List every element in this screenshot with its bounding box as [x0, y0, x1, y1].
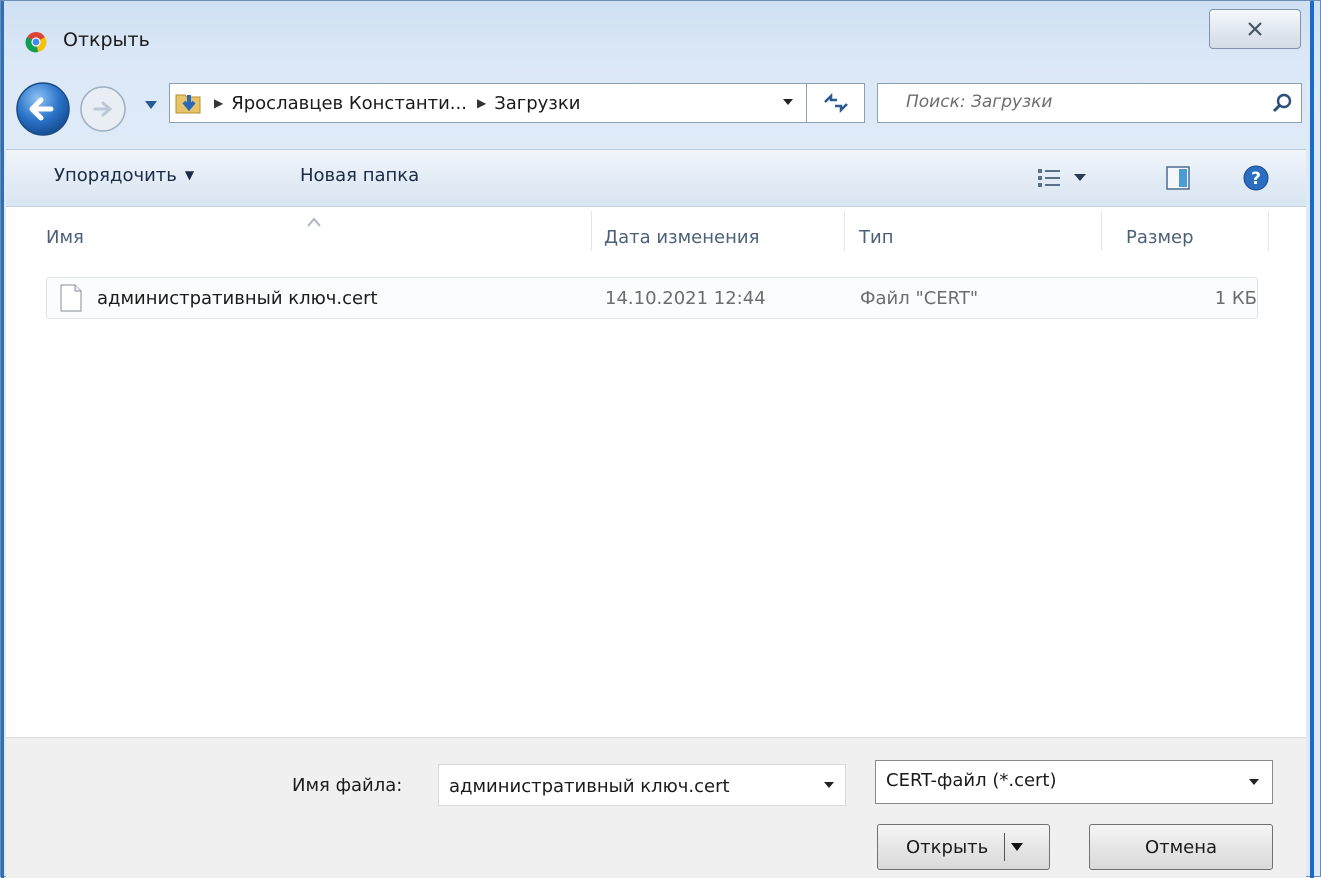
svg-text:?: ? — [1251, 169, 1261, 189]
organize-button[interactable]: Упорядочить ▼ — [54, 165, 194, 186]
toolbar: Упорядочить ▼ Новая папка ? — [6, 149, 1306, 207]
filetype-dropdown-icon[interactable] — [1248, 777, 1260, 787]
column-header-size[interactable]: Размер — [1126, 227, 1194, 248]
search-placeholder: Поиск: Загрузки — [906, 92, 1053, 112]
file-icon — [60, 284, 82, 312]
open-button-split — [1004, 833, 1005, 861]
address-dropdown-icon[interactable] — [782, 97, 794, 107]
column-divider[interactable] — [844, 211, 845, 251]
column-divider[interactable] — [1268, 211, 1269, 251]
breadcrumb-downloads[interactable]: Загрузки — [494, 93, 580, 114]
filename-dropdown-icon[interactable] — [823, 780, 835, 790]
filetype-select[interactable]: CERT-файл (*.cert) — [875, 760, 1273, 804]
filetype-value: CERT-файл (*.cert) — [886, 770, 1057, 791]
refresh-icon — [823, 92, 848, 114]
file-size: 1 КБ — [1214, 288, 1257, 309]
refresh-button[interactable] — [807, 83, 865, 123]
chrome-icon — [25, 32, 47, 53]
downloads-folder-icon — [175, 94, 201, 114]
search-icon[interactable] — [1271, 92, 1293, 114]
cancel-button[interactable]: Отмена — [1089, 824, 1273, 870]
file-row[interactable]: административный ключ.cert 14.10.2021 12… — [46, 277, 1258, 319]
window-border-right — [1310, 1, 1314, 878]
organize-caret-icon: ▼ — [184, 168, 195, 182]
column-header-type[interactable]: Тип — [859, 227, 893, 248]
open-file-dialog: Открыть ▶ Ярославцев Константи... ▶ Загр… — [0, 0, 1321, 878]
filename-label: Имя файла: — [292, 775, 403, 796]
open-dropdown-icon[interactable] — [1010, 842, 1024, 852]
filename-value: административный ключ.cert — [449, 776, 730, 797]
window-title: Открыть — [63, 29, 150, 51]
column-divider[interactable] — [591, 211, 592, 251]
search-input[interactable]: Поиск: Загрузки — [877, 83, 1302, 123]
close-icon — [1248, 22, 1262, 36]
title-bar[interactable]: Открыть — [1, 1, 1321, 73]
close-button[interactable] — [1209, 9, 1301, 49]
new-folder-button[interactable]: Новая папка — [300, 165, 419, 186]
back-button[interactable] — [13, 79, 73, 139]
preview-pane-icon[interactable] — [1164, 164, 1192, 192]
column-header-name[interactable]: Имя — [46, 227, 84, 248]
breadcrumb-user-folder[interactable]: Ярославцев Константи... — [231, 93, 467, 114]
breadcrumb-separator-icon: ▶ — [476, 96, 487, 110]
file-name: административный ключ.cert — [97, 288, 378, 309]
sort-ascending-icon — [307, 217, 321, 227]
open-button-label: Открыть — [906, 837, 989, 858]
history-dropdown-icon[interactable] — [144, 99, 158, 111]
file-type: Файл "CERT" — [860, 288, 979, 309]
forward-button[interactable] — [73, 81, 137, 137]
window-border-left — [1, 1, 4, 878]
column-header-date[interactable]: Дата изменения — [604, 227, 759, 248]
bottom-panel: Имя файла: административный ключ.cert CE… — [6, 737, 1306, 878]
file-date: 14.10.2021 12:44 — [605, 288, 766, 309]
views-icon[interactable] — [1036, 166, 1096, 190]
address-bar[interactable]: ▶ Ярославцев Константи... ▶ Загрузки — [169, 83, 807, 123]
file-list[interactable]: Имя Дата изменения Тип Размер администра… — [6, 207, 1306, 737]
filename-input[interactable]: административный ключ.cert — [438, 764, 846, 806]
breadcrumb-separator-icon: ▶ — [214, 96, 224, 110]
open-button[interactable]: Открыть — [877, 824, 1050, 870]
column-divider[interactable] — [1101, 211, 1102, 251]
help-icon[interactable]: ? — [1242, 164, 1270, 192]
